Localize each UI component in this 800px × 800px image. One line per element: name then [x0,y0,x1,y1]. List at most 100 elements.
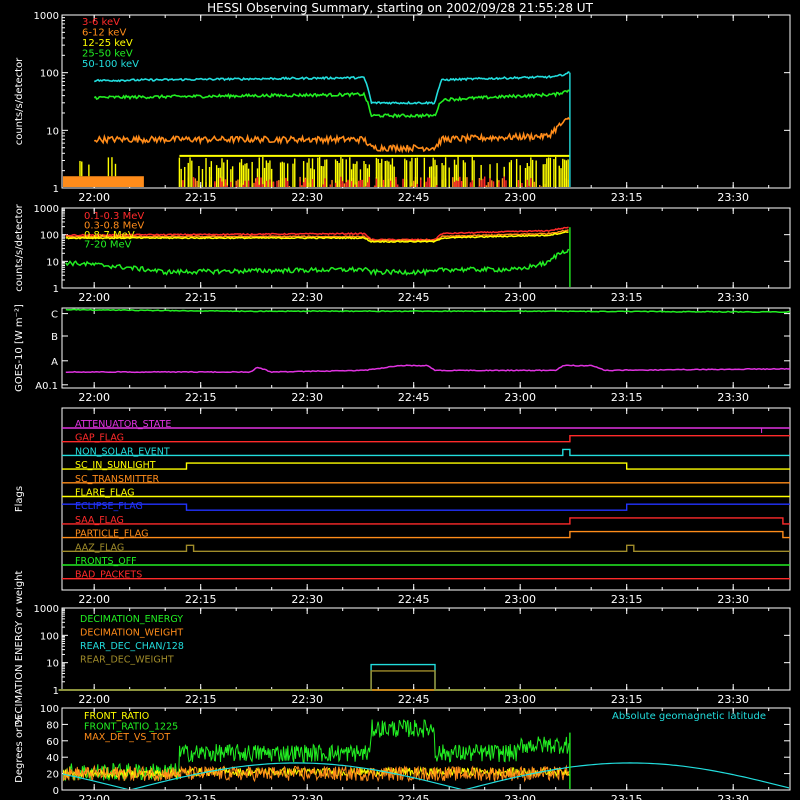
decimation-xtick-label: 23:30 [717,693,749,706]
lo-energy-series-25-50-kev [93,89,570,119]
ratios-xtick-label: 23:30 [717,793,749,800]
ratios-ytick-label: 40 [46,753,59,764]
ratios-xtick-label: 22:45 [398,793,430,800]
flag-label-sc-transmitter: SC_TRANSMITTER [75,474,160,485]
decimation-legend-decimation-weight: DECIMATION_WEIGHT [80,628,183,639]
goes-xtick-label: 23:30 [717,391,749,404]
y-axis-label-group: Flags [14,486,25,512]
y-axis-label-group: counts/s/detector [14,57,25,145]
goes-y-label-group: GOES-10 [W m⁻²] [14,304,25,392]
flag-line-eclipse-flag [62,503,790,511]
goes-ytick-label: A [51,357,58,368]
hi_energy-xtick-label: 22:45 [398,291,430,304]
ratios-xtick-label: 23:00 [504,793,536,800]
flag-label-sc-in-sunlight: SC_IN_SUNLIGHT [75,460,156,471]
lo_energy-xtick-label: 22:30 [291,191,323,204]
decimation-ytick-label: 1 [53,686,59,697]
lo-energy-legend-3-6-kev: 3-6 keV [82,17,120,28]
lo_energy-xtick-label: 23:00 [504,191,536,204]
lo-energy-ytick-label: 10 [46,126,59,137]
hi_energy-xtick-label: 23:15 [611,291,643,304]
flags-xtick-label: 22:15 [185,593,217,606]
decimation-ytick-label: 100 [40,631,59,642]
lo-energy-series-50-100-kev [94,71,570,105]
flag-line-particle-flag [62,530,790,539]
y-axis-label-group: counts/s/detector [14,203,25,291]
hi-energy-ytick-label: 10 [46,257,59,268]
hi-energy-ytick-label: 100 [40,231,59,242]
hi_energy-xtick-label: 23:00 [504,291,536,304]
flag-line-aaz-flag [62,544,790,552]
decimation-legend-rear-dec-chan-128: REAR_DEC_CHAN/128 [80,641,184,652]
ratios-legend-geomagnetic-latitude: Absolute geomagnetic latitude [612,711,766,722]
lo_energy-xtick-label: 22:45 [398,191,430,204]
decimation-legend-rear-dec-weight: REAR_DEC_WEIGHT [80,655,174,666]
decimation-y-axis-label: DECIMATION ENERGY or weight [14,570,25,727]
hi-energy-ytick-label: 1000 [34,204,59,215]
ratios-legend-front-ratio: FRONT_RATIO [84,711,149,722]
lo-energy-legend-25-50-kev: 25-50 keV [82,49,133,60]
chart-title: HESSI Observing Summary, starting on 200… [207,1,593,15]
flag-line-gap-flag [62,435,790,443]
flags-xtick-label: 23:00 [504,593,536,606]
hi-energy-legend-7-20-mev: 7-20 MeV [84,240,132,251]
flags-xtick-label: 23:30 [717,593,749,606]
decimation-legend-decimation-energy: DECIMATION_ENERGY [80,614,183,625]
hi_energy-xtick-label: 22:15 [185,291,217,304]
lo_energy-xtick-label: 23:30 [717,191,749,204]
chart-page: HESSI Observing Summary, starting on 200… [0,0,800,800]
decimation-xtick-label: 23:00 [504,693,536,706]
goes-xtick-label: 23:00 [504,391,536,404]
hi-energy-series-7-20-mev [65,248,570,277]
goes-ytick-label: C [51,310,58,321]
flags-xtick-label: 22:00 [78,593,110,606]
decimation-xtick-label: 23:15 [611,693,643,706]
hi_energy-xtick-label: 22:00 [78,291,110,304]
hi_energy-xtick-label: 22:30 [291,291,323,304]
decimation-ytick-label: 10 [46,659,59,670]
ratios-ytick-label: 100 [40,704,59,715]
flags-xtick-label: 22:30 [291,593,323,606]
decimation-series-rear-dec-chan-128 [58,663,570,691]
ratios-legend-front-ratio-1225: FRONT_RATIO_1225 [84,722,178,733]
ratios-ytick-label: 60 [46,737,59,748]
chart-svg: HESSI Observing Summary, starting on 200… [14,1,791,800]
hi_energy-frame [61,207,791,289]
goes-xtick-label: 22:15 [185,391,217,404]
ratios-xtick-label: 22:15 [185,793,217,800]
goes-xtick-label: 23:15 [611,391,643,404]
goes-xtick-label: 22:45 [398,391,430,404]
y-axis-label: Flags [14,486,25,512]
flag-label-saa-flag: SAA_FLAG [75,515,124,526]
lo-energy-plot [63,72,571,187]
lo-energy-ytick-label: 1 [53,184,59,195]
ratios-ytick-label: 0 [53,786,59,797]
flags-xtick-label: 23:15 [611,593,643,606]
goes-frame [61,307,791,389]
decimation-xtick-label: 22:45 [398,693,430,706]
lo-energy-legend-12-25-kev: 12-25 keV [82,38,133,49]
decimation-xtick-label: 22:00 [78,693,110,706]
goes-series-long [65,308,791,314]
flag-label-fronts-off: FRONTS_OFF [75,556,137,567]
hi-energy-plot [65,226,571,287]
flag-label-attenuator-state: ATTENUATOR_STATE [75,419,171,430]
lo-energy-6-12-block [63,176,144,187]
decimation-xtick-label: 22:15 [185,693,217,706]
flag-label-aaz-flag: AAZ_FLAG [75,542,124,553]
decimation-ytick-label: 1000 [34,604,59,615]
y-axis-label: counts/s/detector [14,57,25,145]
ratios-legend-max-det-vs-tot: MAX_DET_VS_TOT [84,732,170,743]
ratios-xtick-label: 22:30 [291,793,323,800]
ratios-ytick-label: 80 [46,720,59,731]
goes-ytick-label: B [51,332,58,343]
flag-line-sc-in-sunlight [62,462,790,470]
decimation-y-label-group: DECIMATION ENERGY or weight [14,570,25,727]
lo-energy-legend-50-100-kev: 50-100 keV [82,59,139,70]
y-axis-label: Degrees or % [14,715,25,783]
lo-energy-ytick-label: 100 [40,69,59,80]
flag-label-particle-flag: PARTICLE_FLAG [75,529,148,540]
flag-line-saa-flag [62,517,790,525]
lo_energy-xtick-label: 22:00 [78,191,110,204]
decimation-xtick-label: 22:30 [291,693,323,706]
